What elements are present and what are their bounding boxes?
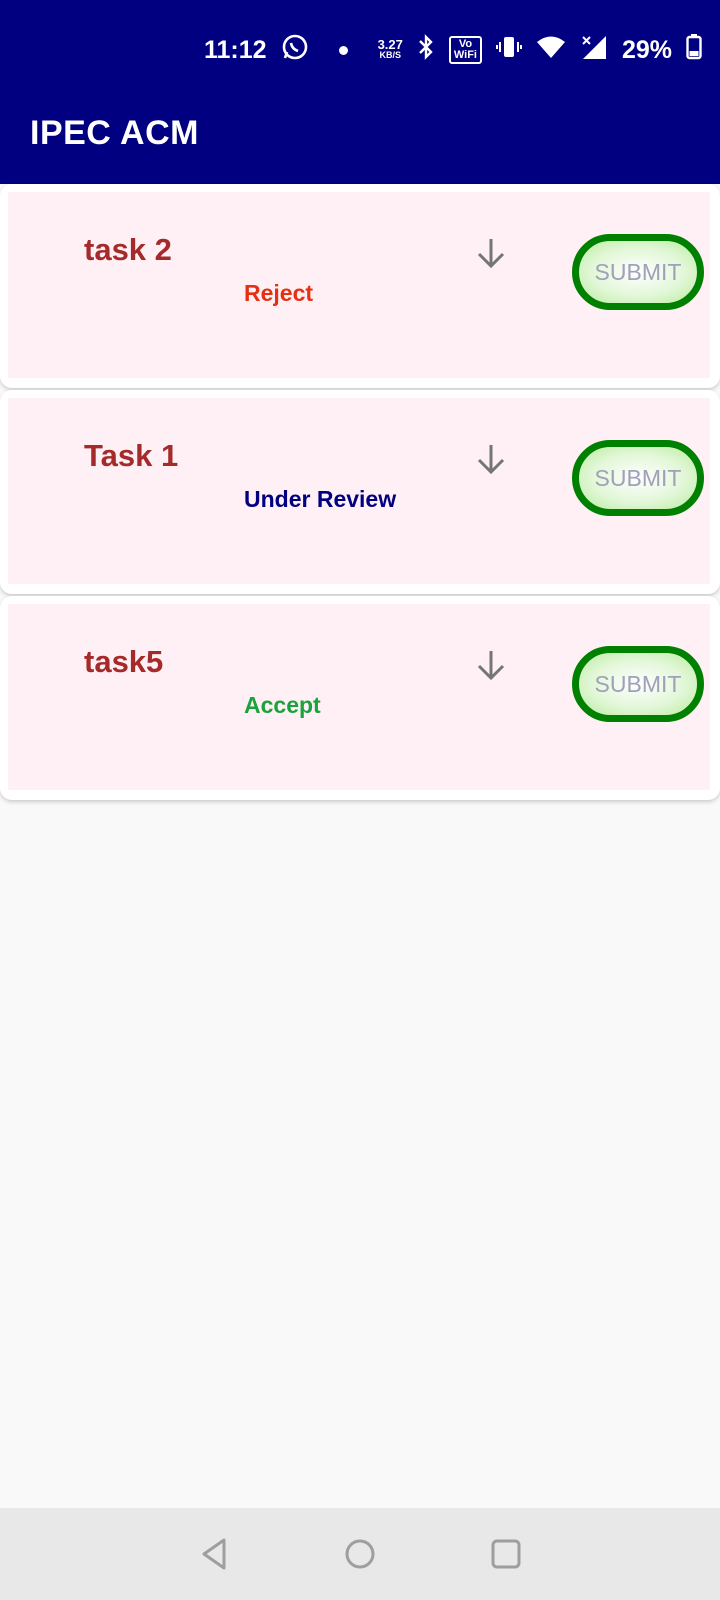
- app-title: IPEC ACM: [30, 114, 199, 152]
- submit-button[interactable]: SUBMIT: [572, 646, 704, 722]
- bluetooth-icon: [417, 33, 435, 67]
- submit-button[interactable]: SUBMIT: [572, 440, 704, 516]
- net-speed-unit: KB/S: [379, 50, 401, 60]
- task-card[interactable]: task 2 Reject SUBMIT: [0, 184, 720, 388]
- battery-percent: 29%: [622, 35, 673, 64]
- task-name: task 2: [84, 232, 172, 267]
- task-card-body: task5 Accept SUBMIT: [8, 604, 710, 790]
- back-icon[interactable]: [196, 1534, 236, 1574]
- app-bar: IPEC ACM: [0, 96, 720, 184]
- dot-icon: [338, 45, 348, 55]
- task-status: Accept: [244, 692, 321, 718]
- navigation-bar: [0, 1508, 720, 1600]
- signal-icon: [580, 34, 608, 67]
- volte-wifi-icon: Vo WiFi: [448, 36, 482, 64]
- home-icon[interactable]: [340, 1534, 380, 1574]
- recents-icon[interactable]: [486, 1534, 526, 1574]
- task-status: Under Review: [244, 486, 397, 512]
- volte-label-bottom: WiFi: [453, 49, 477, 61]
- submit-button[interactable]: SUBMIT: [572, 234, 704, 310]
- task-card-body: Task 1 Under Review SUBMIT: [8, 398, 710, 584]
- vibrate-icon: [496, 35, 522, 66]
- status-time: 11:12: [204, 35, 267, 64]
- status-bar: 11:12 3.27 KB/S Vo WiFi 29%: [0, 0, 720, 96]
- task-status: Reject: [244, 280, 314, 306]
- task-card[interactable]: task5 Accept SUBMIT: [0, 596, 720, 800]
- net-speed-value: 3.27: [377, 37, 403, 52]
- task-card[interactable]: Task 1 Under Review SUBMIT: [0, 390, 720, 594]
- task-name: task5: [84, 644, 164, 679]
- net-speed: 3.27 KB/S: [377, 37, 403, 61]
- task-card-body: task 2 Reject SUBMIT: [8, 192, 710, 378]
- task-name: Task 1: [84, 438, 179, 473]
- arrow-down-icon[interactable]: [474, 442, 508, 476]
- whatsapp-icon: [281, 33, 309, 68]
- wifi-icon: [536, 35, 566, 66]
- arrow-down-icon[interactable]: [474, 648, 508, 682]
- battery-icon: [686, 33, 702, 67]
- arrow-down-icon[interactable]: [474, 236, 508, 270]
